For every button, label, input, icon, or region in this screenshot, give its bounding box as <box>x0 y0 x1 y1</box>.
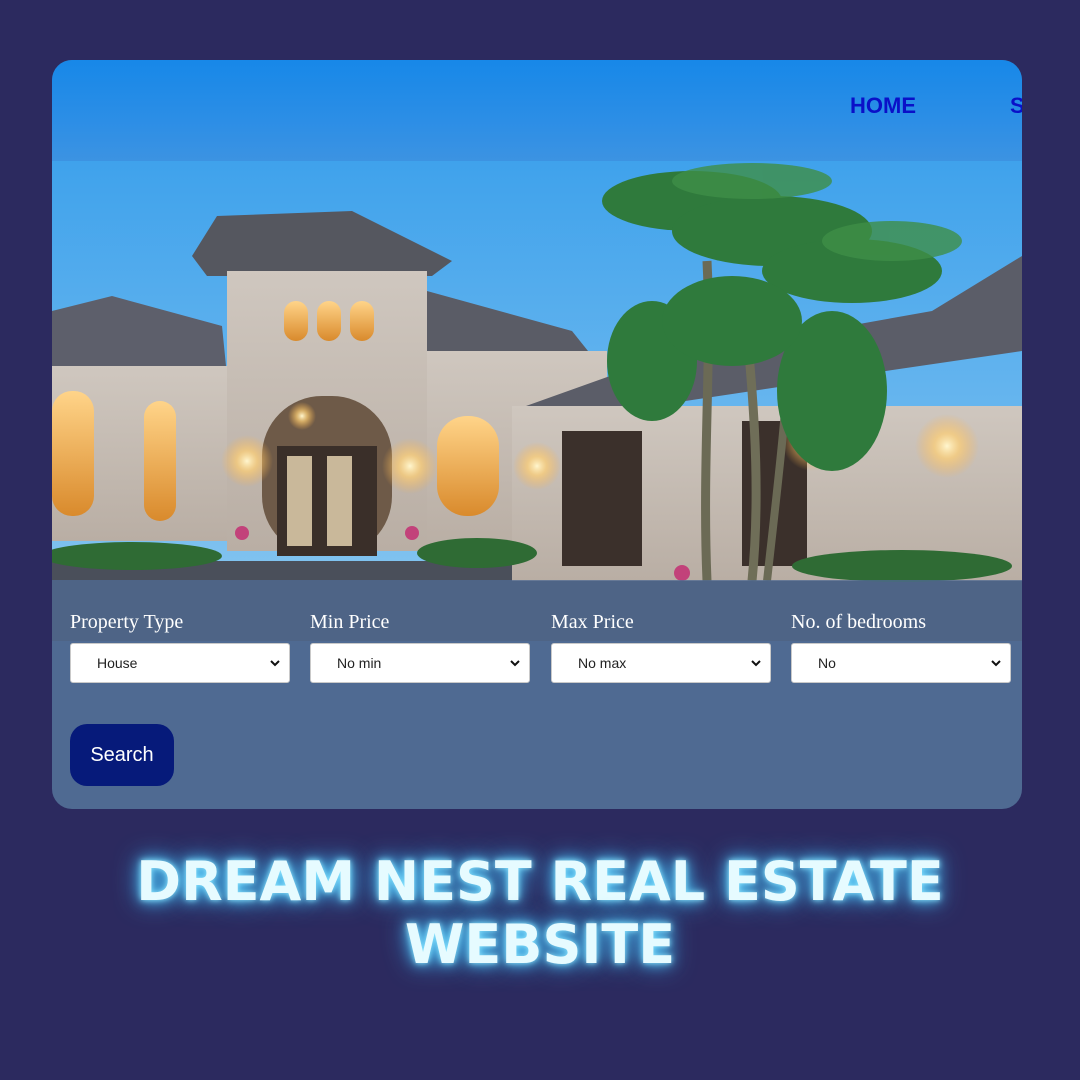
nav-home-link[interactable]: HOME <box>850 93 916 119</box>
property-type-label: Property Type <box>70 611 184 633</box>
chevron-down-icon <box>510 660 520 667</box>
hero-image <box>52 161 1022 641</box>
bedrooms-filter: No. of bedrooms No <box>791 611 1011 683</box>
min-price-filter: Min Price No min <box>310 611 530 683</box>
min-price-select[interactable]: No min <box>310 643 530 683</box>
min-price-label: Min Price <box>310 611 390 633</box>
property-type-value: House <box>97 655 138 671</box>
search-button[interactable]: Search <box>70 724 174 786</box>
website-preview-card: HOME S Property Type House Min Price No … <box>52 60 1022 809</box>
bedrooms-label: No. of bedrooms <box>791 611 926 633</box>
bedrooms-select[interactable]: No <box>791 643 1011 683</box>
page-headline: DREAM NEST REAL ESTATE WEBSITE <box>136 850 944 976</box>
nav-item-truncated[interactable]: S <box>1010 93 1022 119</box>
max-price-value: No max <box>578 655 627 671</box>
max-price-label: Max Price <box>551 611 634 633</box>
property-type-filter: Property Type House <box>70 611 290 683</box>
bedrooms-value: No <box>818 655 836 671</box>
property-type-select[interactable]: House <box>70 643 290 683</box>
chevron-down-icon <box>270 660 280 667</box>
top-navbar: HOME S <box>52 60 1022 161</box>
max-price-filter: Max Price No max <box>551 611 771 683</box>
chevron-down-icon <box>991 660 1001 667</box>
max-price-select[interactable]: No max <box>551 643 771 683</box>
min-price-value: No min <box>337 655 382 671</box>
chevron-down-icon <box>751 660 761 667</box>
house-photo <box>52 161 1022 641</box>
